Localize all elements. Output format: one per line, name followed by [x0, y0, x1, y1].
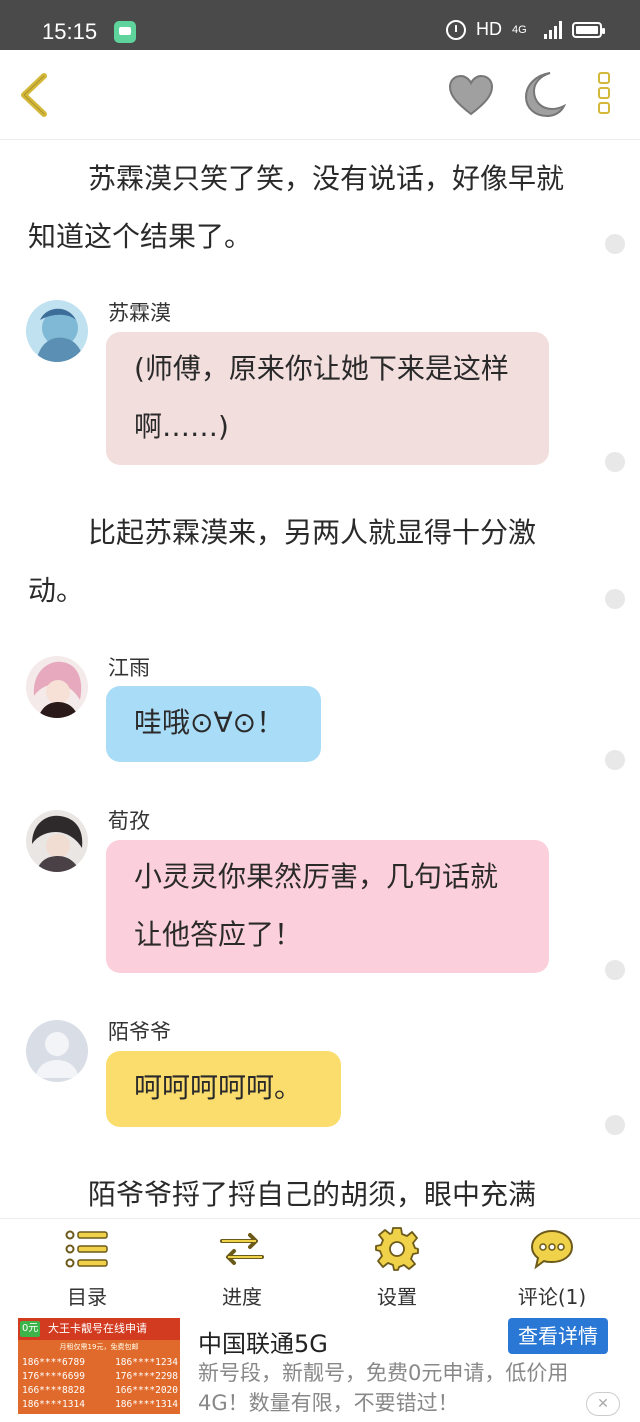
status-time: 15:15 — [42, 19, 98, 44]
signal-icon — [544, 20, 562, 39]
message-app-icon — [114, 21, 136, 43]
paragraph: 陌爷爷捋了捋自己的胡须，眼中充满 — [88, 1178, 537, 1211]
paragraph-comment-dot[interactable] — [605, 960, 625, 980]
ad-view-details-button[interactable]: 查看详情 — [508, 1318, 608, 1354]
chat-bubble: (师傅，原来你让她下来是这样啊……) — [106, 332, 549, 465]
toolbar-label: 设置 — [377, 1285, 417, 1309]
chat-sender-name: 荀孜 — [108, 809, 150, 833]
chapter-content: 苏霖漠只笑了笑，没有说话，好像早就知道这个结果了。 苏霖漠 (师傅，原来你让她下… — [0, 140, 640, 1218]
paragraph-comment-dot[interactable] — [605, 452, 625, 472]
reader-top-nav — [0, 50, 640, 140]
ad-image-numbers: 186****6789 186****1234 176****6699 176***… — [22, 1357, 178, 1410]
network-type-label: 4G — [512, 23, 527, 36]
ad-description: 新号段，新靓号，免费0元申请，低价用4G！数量有限，不要错过！ — [198, 1361, 569, 1415]
swap-arrows-icon — [220, 1233, 264, 1265]
back-icon[interactable] — [14, 70, 54, 120]
ad-image-badge: 0元 — [20, 1321, 41, 1337]
avatar-mo-yeye — [26, 1020, 88, 1082]
ad-banner[interactable]: 大王卡靓号在线申请 0元 月租仅需19元，免费包邮 186****6789 186… — [0, 1310, 640, 1422]
reader-bottom-toolbar: 目录 进度 设置 评论(1) — [0, 1218, 640, 1310]
battery-icon — [572, 21, 605, 38]
status-indicators: HD 4G — [446, 19, 605, 40]
paragraph-comment-dot[interactable] — [605, 750, 625, 770]
ad-title: 中国联通5G — [198, 1330, 328, 1358]
night-mode-moon-icon[interactable] — [520, 70, 566, 118]
paragraph-comment-dot[interactable] — [605, 589, 625, 609]
chat-bubble: 小灵灵你果然厉害，几句话就让他答应了！ — [106, 840, 549, 973]
avatar-su-linmo — [26, 300, 88, 362]
comment-icon — [530, 1229, 574, 1270]
chat-bubble: 呵呵呵呵呵。 — [106, 1051, 341, 1127]
list-icon — [65, 1230, 108, 1268]
paragraph-comment-dot[interactable] — [605, 234, 625, 254]
toolbar-catalog[interactable]: 目录 — [37, 1227, 137, 1309]
ad-close-icon[interactable]: ✕ — [586, 1392, 620, 1416]
status-bar: 15:15 HD 4G — [0, 0, 640, 50]
chat-sender-name: 苏霖漠 — [108, 301, 171, 325]
paragraph: 苏霖漠只笑了笑，没有说话，好像早就知道这个结果了。 — [28, 162, 565, 253]
alarm-icon — [446, 19, 466, 40]
chat-sender-name: 江雨 — [108, 656, 150, 680]
favorite-heart-icon[interactable] — [448, 74, 494, 116]
toolbar-label: 评论(1) — [517, 1285, 587, 1309]
chat-bubble: 哇哦⊙∀⊙！ — [106, 686, 321, 762]
avatar-xun-zi — [26, 810, 88, 872]
ad-image-subheader: 月租仅需19元，免费包邮 — [59, 1343, 139, 1351]
ad-image-header: 大王卡靓号在线申请 — [18, 1318, 180, 1340]
gear-icon — [375, 1227, 419, 1271]
paragraph: 比起苏霖漠来，另两人就显得十分激动。 — [28, 516, 537, 607]
hd-label: HD — [476, 19, 502, 39]
paragraph-comment-dot[interactable] — [605, 1115, 625, 1135]
toolbar-label: 目录 — [67, 1285, 107, 1309]
more-options-icon[interactable] — [594, 72, 614, 118]
avatar-jiang-yu — [26, 656, 88, 718]
ad-image[interactable]: 大王卡靓号在线申请 0元 月租仅需19元，免费包邮 186****6789 186… — [18, 1318, 180, 1414]
toolbar-comments[interactable]: 评论(1) — [502, 1227, 602, 1309]
toolbar-progress[interactable]: 进度 — [192, 1227, 292, 1309]
toolbar-settings[interactable]: 设置 — [347, 1227, 447, 1309]
chat-sender-name: 陌爷爷 — [108, 1020, 171, 1044]
toolbar-label: 进度 — [222, 1285, 262, 1309]
